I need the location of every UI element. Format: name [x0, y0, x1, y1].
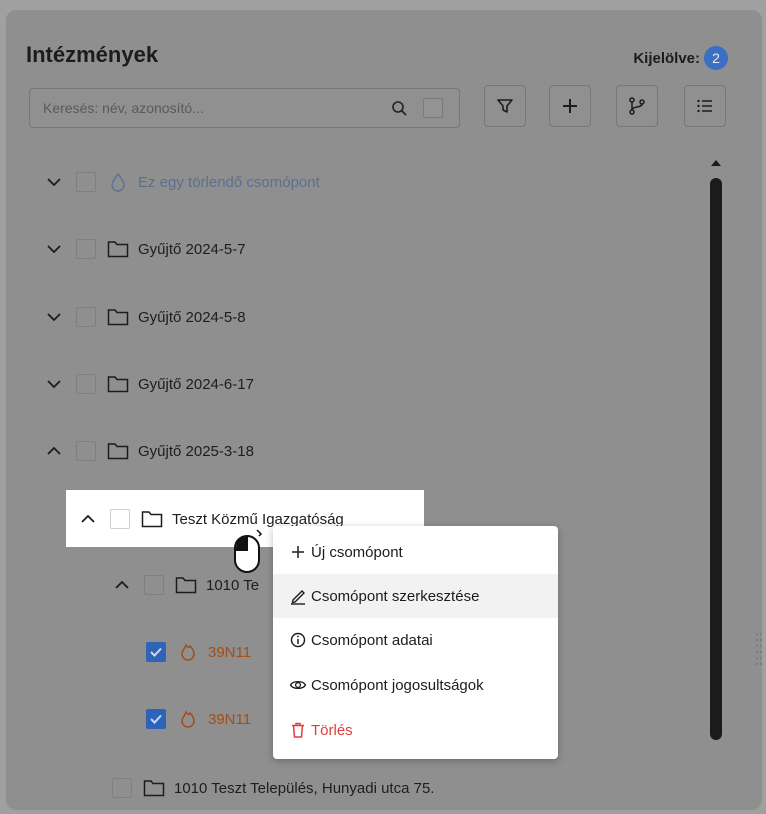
menu-item-delete[interactable]: Törlés [273, 708, 558, 752]
tree-label: Gyűjtő 2024-5-8 [138, 308, 246, 326]
droplet-icon [106, 170, 130, 194]
scroll-up-arrow[interactable] [709, 158, 723, 168]
chevron-up-icon[interactable] [78, 509, 98, 529]
tree-row[interactable]: 39N11 [146, 703, 251, 735]
menu-item-node-details[interactable]: Csomópont adatai [273, 618, 558, 662]
tree-checkbox[interactable] [76, 239, 96, 259]
menu-item-new-node[interactable]: Új csomópont [273, 530, 558, 574]
menu-item-label: Törlés [311, 721, 353, 739]
trash-icon [292, 722, 304, 738]
tree-label: Teszt Közmű Igazgatóság [172, 510, 344, 528]
mouse-cursor-icon [234, 529, 263, 573]
context-menu: Új csomópont Csomópont szerkesztése Csom… [273, 526, 558, 759]
tree-checkbox[interactable] [110, 509, 130, 529]
search-input[interactable]: Keresés: név, azonosító... [29, 88, 460, 128]
branch-button[interactable] [616, 85, 658, 127]
tree-label: 39N11 [208, 643, 252, 661]
plus-icon [563, 99, 577, 113]
tree-row[interactable]: Ez egy törlendő csomópont [44, 166, 320, 198]
tree-checkbox[interactable] [76, 374, 96, 394]
tree-checkbox[interactable] [76, 441, 96, 461]
eye-icon [289, 680, 307, 690]
list-icon [697, 99, 712, 113]
filter-button[interactable] [484, 85, 526, 127]
tree-row[interactable]: Gyűjtő 2024-6-17 [44, 368, 254, 400]
menu-item-label: Csomópont jogosultságok [311, 676, 484, 694]
branch-icon [629, 97, 645, 115]
tree-label: Ez egy törlendő csomópont [138, 173, 320, 191]
pencil-icon [291, 590, 305, 605]
chevron-up-icon[interactable] [44, 441, 64, 461]
chevron-down-icon[interactable] [44, 374, 64, 394]
chevron-down-icon[interactable] [44, 307, 64, 327]
tree-checkbox[interactable] [76, 307, 96, 327]
menu-item-label: Csomópont adatai [311, 631, 433, 649]
folder-icon [142, 776, 166, 800]
scrollbar-thumb[interactable] [710, 178, 722, 740]
tree-label: Gyűjtő 2024-6-17 [138, 375, 254, 393]
add-button[interactable] [549, 85, 591, 127]
tree-label: 39N11 [208, 710, 252, 728]
flame-icon [176, 640, 200, 664]
menu-item-edit-node[interactable]: Csomópont szerkesztése [273, 574, 558, 618]
search-checkbox[interactable] [423, 98, 443, 118]
tree-row[interactable]: Gyűjtő 2025-3-18 [44, 435, 254, 467]
tree-row[interactable]: 39N11 [146, 636, 251, 668]
menu-item-node-permissions[interactable]: Csomópont jogosultságok [273, 663, 558, 707]
chevron-down-icon[interactable] [44, 172, 64, 192]
folder-icon [106, 439, 130, 463]
plus-icon [292, 546, 304, 558]
tree-row[interactable]: Gyűjtő 2024-5-7 [44, 233, 246, 265]
tree-row[interactable]: Gyűjtő 2024-5-8 [44, 301, 246, 333]
chevron-down-icon[interactable] [44, 239, 64, 259]
search-icon[interactable] [390, 99, 410, 119]
filter-icon [497, 99, 513, 113]
chevron-up-icon[interactable] [112, 575, 132, 595]
info-icon [290, 632, 306, 648]
folder-icon [140, 507, 164, 531]
tree-row[interactable]: 1010 Teszt Település, Hunyadi utca 75. [112, 772, 434, 804]
selected-count-badge: 2 [704, 46, 728, 70]
menu-item-label: Csomópont szerkesztése [311, 587, 480, 605]
menu-item-label: Új csomópont [311, 543, 403, 561]
tree-checkbox-checked[interactable] [146, 709, 166, 729]
folder-icon [174, 573, 198, 597]
tree-label: 1010 Teszt Település, Hunyadi utca 75. [174, 779, 435, 797]
folder-icon [106, 305, 130, 329]
resize-grip-icon[interactable] [755, 630, 763, 670]
tree-checkbox[interactable] [76, 172, 96, 192]
selected-indicator: Kijelölve: 2 [633, 46, 728, 70]
tree-checkbox-checked[interactable] [146, 642, 166, 662]
tree-checkbox[interactable] [144, 575, 164, 595]
list-button[interactable] [684, 85, 726, 127]
tree-label: Gyűjtő 2024-5-7 [138, 240, 246, 258]
tree-checkbox[interactable] [112, 778, 132, 798]
folder-icon [106, 372, 130, 396]
page-title: Intézmények [26, 42, 159, 67]
tree-label: 1010 Te [206, 576, 260, 594]
folder-icon [106, 237, 130, 261]
tree-label: Gyűjtő 2025-3-18 [138, 442, 254, 460]
selected-label: Kijelölve: [633, 49, 700, 67]
flame-icon [176, 707, 200, 731]
search-placeholder: Keresés: név, azonosító... [43, 100, 204, 116]
